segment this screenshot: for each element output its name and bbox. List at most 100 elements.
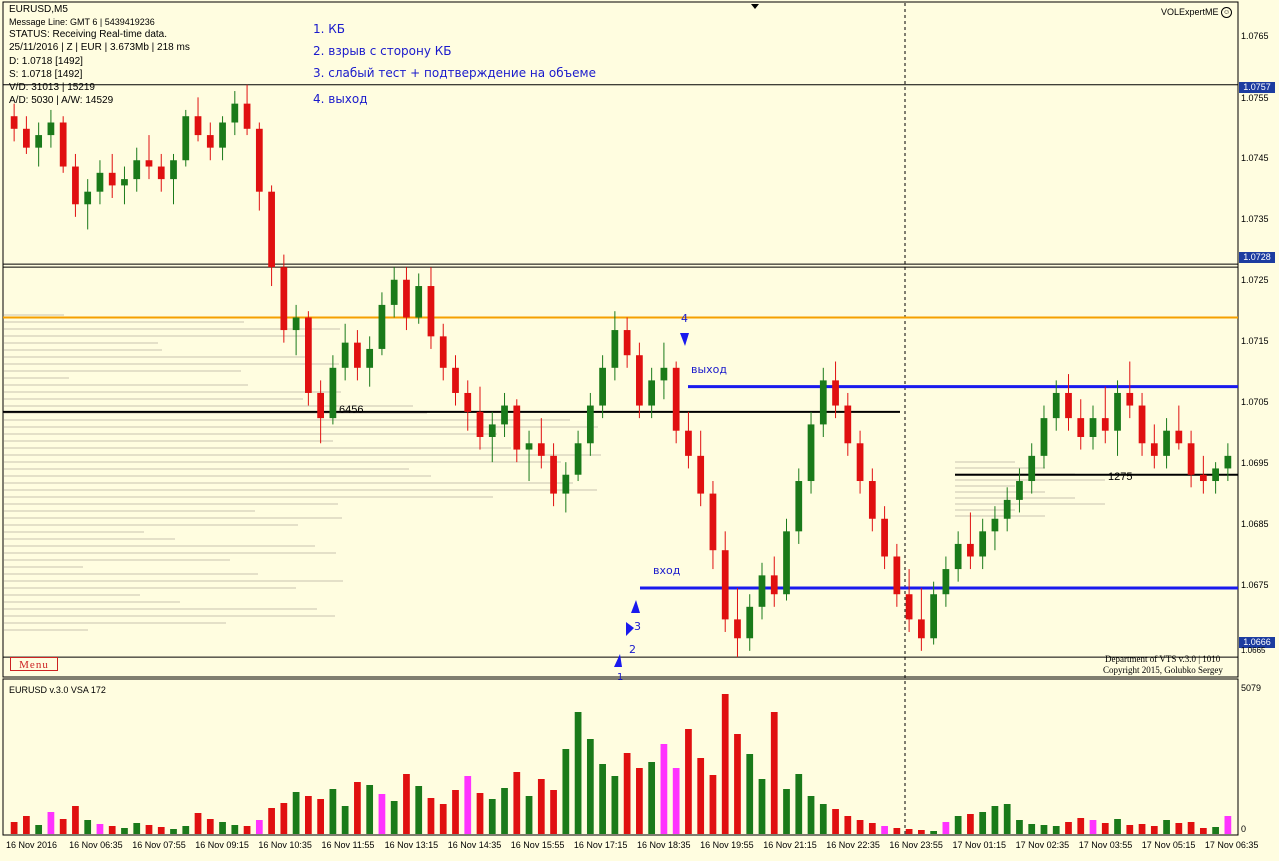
- candle-body: [1138, 405, 1146, 444]
- volume-bar: [893, 828, 901, 834]
- price-tick-8: 1.0695: [1241, 458, 1269, 468]
- volume-bar: [439, 804, 447, 834]
- candle-body: [243, 103, 251, 129]
- symbol-label: EURUSD,M5: [9, 4, 68, 15]
- candle-body: [1114, 392, 1121, 431]
- candle-body: [1150, 443, 1158, 456]
- volume-bar: [1089, 820, 1097, 834]
- candle-body: [746, 606, 754, 639]
- volume-bar: [243, 826, 251, 834]
- price-level-box: 1.0728: [1239, 252, 1275, 263]
- time-tick-label: 16 Nov 19:55: [700, 840, 754, 850]
- volume-bar: [991, 806, 999, 834]
- candle-body: [280, 267, 288, 331]
- volume-bar: [550, 790, 557, 834]
- time-tick-label: 16 Nov 13:15: [384, 840, 439, 850]
- volume-bar: [366, 785, 374, 834]
- volume-bar: [96, 824, 104, 834]
- volume-bar: [685, 729, 692, 834]
- volume-bar: [145, 825, 153, 834]
- candle-body: [905, 594, 913, 620]
- candle-body: [1212, 468, 1219, 482]
- candle-body: [1175, 430, 1183, 444]
- candle-body: [378, 304, 386, 349]
- session-info: 25/11/2016 | Z | EUR | 3.673Mb | 218 ms: [9, 42, 190, 53]
- candle-body: [194, 116, 202, 136]
- volume-bar: [194, 813, 202, 834]
- volume-bar: [23, 816, 30, 834]
- copyright-label: Copyright 2015, Golubko Sergey: [1103, 665, 1223, 675]
- candle-body: [1187, 443, 1195, 475]
- volume-bar: [917, 830, 925, 834]
- candle-body: [10, 116, 18, 129]
- volume-bar: [1101, 823, 1109, 834]
- price-tick-10: 1.0675: [1241, 580, 1269, 590]
- volume-bar: [832, 809, 839, 834]
- candle-body: [979, 531, 987, 557]
- ad-value: A/D: 5030 | A/W: 14529: [9, 95, 114, 106]
- candle-body: [709, 493, 717, 551]
- candle-body: [991, 518, 999, 532]
- volume-bar: [611, 776, 619, 834]
- entry-label: вход: [653, 564, 681, 577]
- candle-body: [268, 191, 275, 268]
- candle-body: [452, 367, 459, 393]
- volume-bar: [513, 772, 521, 834]
- candle-body: [84, 191, 92, 205]
- volume-bar: [586, 739, 594, 834]
- candle-body: [770, 575, 778, 595]
- candle-body: [819, 380, 827, 425]
- candle-body: [685, 430, 692, 456]
- candle-body: [807, 424, 815, 482]
- candle-body: [341, 342, 349, 368]
- volume-bar: [868, 823, 876, 834]
- price-level-box: 1.0757: [1239, 82, 1275, 93]
- level-volume-right: 1275: [1108, 471, 1133, 483]
- candle-body: [501, 405, 508, 425]
- candle-body: [464, 392, 472, 412]
- chart-canvas[interactable]: [0, 0, 1279, 861]
- vd-value: V/D: 31013 | 15219: [9, 82, 95, 93]
- candle-body: [47, 122, 55, 136]
- volume-bar: [1212, 827, 1219, 834]
- volume-bar: [219, 822, 226, 834]
- candle-body: [255, 128, 263, 192]
- candle-body: [329, 367, 337, 419]
- candle-body: [1126, 392, 1134, 406]
- volume-bar: [881, 826, 888, 834]
- volume-bar: [770, 712, 778, 834]
- brand-text: VOLExpertME: [1161, 7, 1219, 17]
- volume-bar: [795, 774, 803, 834]
- candle-body: [868, 481, 876, 519]
- smiley-icon: ☺: [1221, 7, 1233, 19]
- candle-body: [550, 455, 557, 494]
- price-tick-11: 1.0665: [1241, 646, 1266, 655]
- volume-bar: [844, 816, 852, 834]
- volume-bar: [476, 793, 484, 834]
- candle-body: [1052, 392, 1060, 419]
- volume-bar: [292, 792, 300, 834]
- volume-bar: [709, 775, 717, 834]
- candle-body: [366, 348, 374, 368]
- volume-bar: [47, 812, 55, 834]
- candle-body: [672, 367, 680, 431]
- volume-bar: [1077, 818, 1085, 834]
- candle-body: [72, 166, 79, 205]
- time-tick-label: 16 Nov 10:35: [258, 840, 312, 850]
- candle-body: [170, 160, 177, 180]
- candle-body: [954, 543, 962, 570]
- volume-bar: [427, 798, 435, 834]
- menu-button[interactable]: Menu: [10, 657, 58, 671]
- candle-body: [231, 103, 239, 123]
- candle-body: [942, 569, 950, 595]
- price-tick-1: 1.0765: [1241, 31, 1269, 41]
- candle-body: [317, 392, 325, 419]
- volume-zero-label: 0: [1241, 824, 1247, 834]
- price-panel-frame: [2, 1, 1239, 678]
- candle-body: [599, 367, 606, 406]
- volume-bar: [121, 828, 128, 834]
- time-tick-label: 16 Nov 22:35: [826, 840, 880, 850]
- candle-body: [59, 122, 67, 167]
- candle-body: [574, 443, 582, 475]
- volume-bar: [378, 794, 386, 834]
